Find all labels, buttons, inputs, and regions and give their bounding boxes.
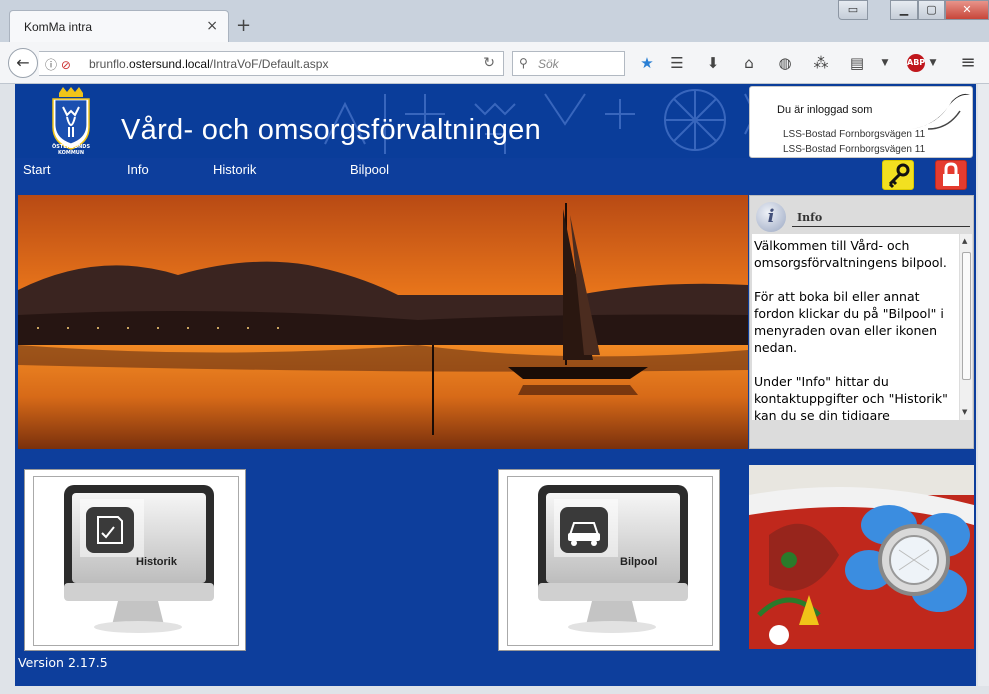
reading-list-icon[interactable]: ☰ (666, 53, 688, 73)
site-header: ÖSTERSUNDS KOMMUN Vård- och omsorgsförva… (15, 84, 976, 158)
window-maximize-button[interactable]: ▢ (918, 0, 945, 20)
info-panel-text: Välkommen till Vård- och omsorgsförvaltn… (752, 234, 959, 420)
info-paragraph: Välkommen till Vård- och omsorgsförvaltn… (754, 238, 947, 270)
info-paragraph: Under "Info" hittar du kontaktuppgifter … (754, 374, 948, 420)
url-bar[interactable]: ⓘ ⊘ brunflo.ostersund.local/IntraVoF/Def… (39, 51, 504, 76)
download-icon[interactable]: ⬇ (702, 53, 724, 73)
home-icon[interactable]: ⌂ (738, 53, 760, 73)
lock-icon (943, 162, 959, 186)
window-extra-button[interactable]: ▭ (838, 0, 868, 20)
info-panel: i Info Välkommen till Vård- och omsorgsf… (749, 195, 974, 449)
browser-tab-bar: KomMa intra × + ▭ ▁ ▢ ✕ (0, 0, 989, 42)
logout-lock-button[interactable] (935, 160, 967, 190)
site-info-icon[interactable]: ⓘ ⊘ (45, 56, 71, 73)
bilpool-tile-button[interactable]: Bilpool (498, 469, 720, 651)
password-key-button[interactable] (882, 160, 914, 190)
dropdown-icon[interactable]: ▼ (874, 53, 896, 73)
reload-icon[interactable]: ↻ (483, 55, 495, 71)
nav-start[interactable]: Start (23, 162, 50, 177)
url-text: brunflo.ostersund.local/IntraVoF/Default… (89, 57, 329, 71)
tile-frame: Historik (33, 476, 239, 646)
page-content: ÖSTERSUNDS KOMMUN Vård- och omsorgsförva… (15, 84, 976, 686)
bookmark-star-icon[interactable]: ★ (636, 53, 658, 73)
tab-close-icon[interactable]: × (206, 18, 218, 34)
scroll-thumb[interactable] (962, 252, 971, 380)
window-close-button[interactable]: ✕ (945, 0, 989, 20)
info-icon: i (756, 202, 786, 232)
menu-icon[interactable]: ≡ (957, 53, 979, 73)
info-divider (792, 226, 970, 227)
crest-text: ÖSTERSUNDS KOMMUN (51, 144, 91, 156)
window-minimize-button[interactable]: ▁ (890, 0, 918, 20)
nav-info[interactable]: Info (127, 162, 149, 177)
back-arrow-icon: ← (16, 53, 30, 72)
login-title: Du är inloggad som (777, 104, 873, 116)
swirl-logo (912, 93, 970, 130)
search-icon: ⚲ (519, 56, 528, 70)
login-status-box: Du är inloggad som LSS-Bostad Fornborgsv… (749, 86, 973, 158)
browser-toolbar: ← ⓘ ⊘ brunflo.ostersund.local/IntraVoF/D… (0, 42, 989, 84)
page-scrollbar[interactable] (978, 84, 989, 686)
sunset-lake-hero-image (18, 195, 748, 449)
back-button[interactable]: ← (8, 48, 38, 78)
nav-bilpool[interactable]: Bilpool (350, 162, 389, 177)
info-scrollbar[interactable]: ▲ ▼ (959, 234, 972, 420)
adblock-dropdown-icon[interactable]: ▼ (922, 53, 944, 73)
new-tab-icon[interactable]: + (236, 15, 251, 36)
info-paragraph: För att boka bil eller annat fordon klic… (754, 289, 944, 355)
scroll-down-icon[interactable]: ▼ (962, 408, 967, 416)
version-text: Version 2.17.5 (18, 655, 108, 670)
login-user-line-1: LSS-Bostad Fornborgsvägen 11 (783, 129, 926, 140)
key-icon (888, 163, 910, 189)
info-panel-header: i Info (752, 198, 972, 232)
clipboard-icon[interactable]: ▤ (846, 53, 868, 73)
scroll-up-icon[interactable]: ▲ (962, 237, 967, 245)
info-panel-title: Info (797, 211, 823, 224)
bilpool-tile-label: Bilpool (620, 556, 658, 568)
search-input[interactable]: ⚲ Sök (512, 51, 625, 76)
historik-tile-button[interactable]: Historik (24, 469, 246, 651)
painted-van-photo (749, 465, 974, 649)
nav-historik[interactable]: Historik (213, 162, 256, 177)
historik-tile-label: Historik (136, 556, 177, 568)
tile-frame: Bilpool (507, 476, 713, 646)
monitor-car-icon (538, 485, 688, 633)
login-user-line-2: LSS-Bostad Fornborgsvägen 11 (783, 144, 926, 155)
tab-title: KomMa intra (24, 20, 93, 34)
search-placeholder: Sök (538, 57, 559, 71)
site-title: Vård- och omsorgsförvaltningen (121, 114, 542, 146)
browser-tab[interactable]: KomMa intra × (9, 10, 229, 42)
extension-icon[interactable]: ⁂ (810, 53, 832, 73)
addon-icon[interactable]: ◍ (774, 53, 796, 73)
